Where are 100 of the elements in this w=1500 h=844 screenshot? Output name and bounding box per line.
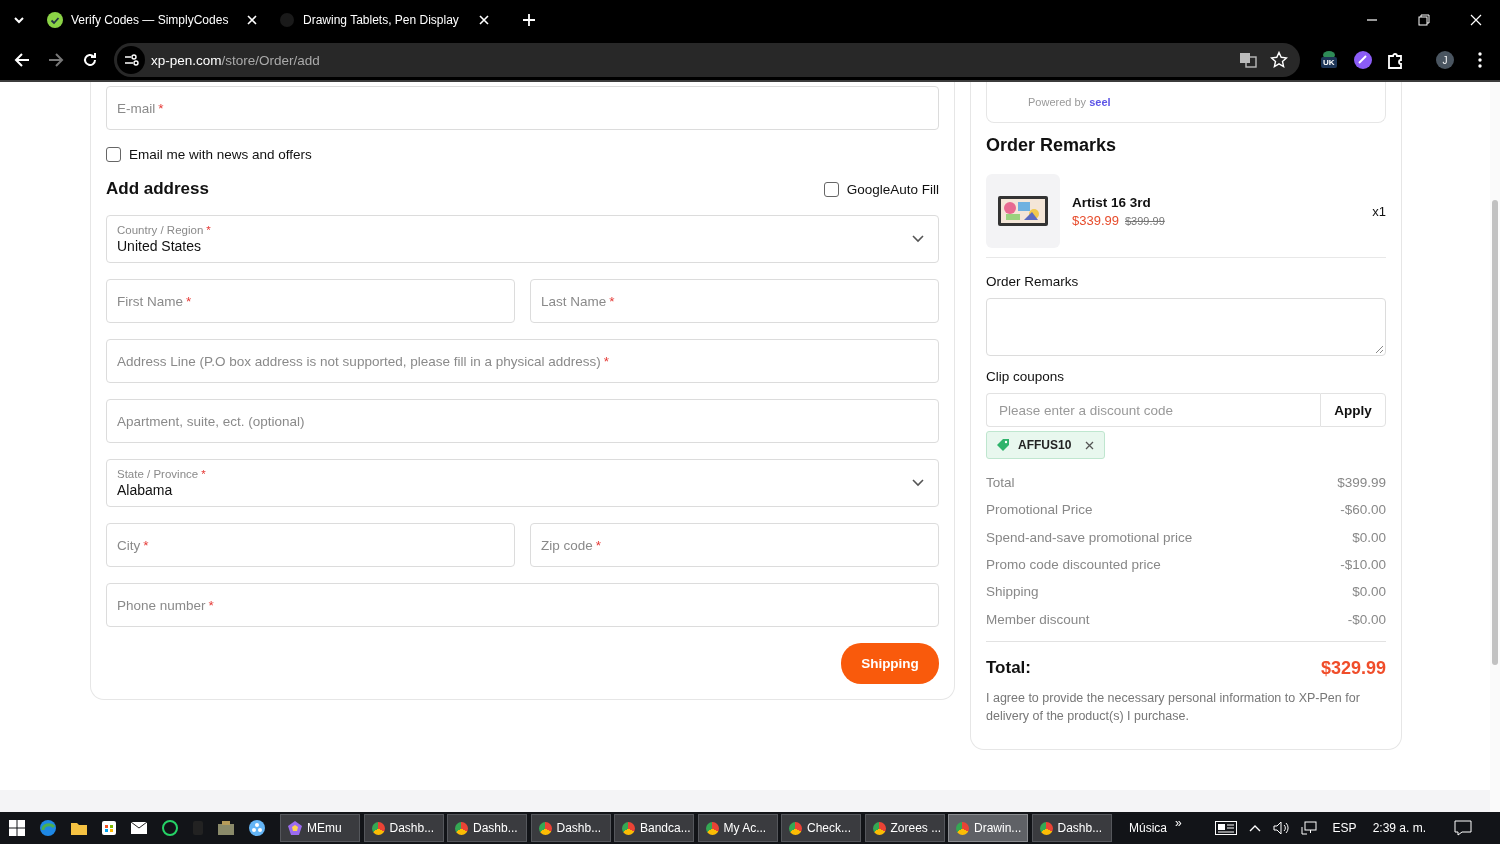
taskbar-button[interactable]: Bandca... [614, 814, 694, 842]
language-indicator[interactable]: ESP [1332, 821, 1357, 835]
toolbox-icon[interactable] [218, 821, 234, 835]
round-app-icon [789, 821, 802, 835]
round-app-icon [1039, 821, 1053, 835]
summary-label: Shipping [986, 584, 1039, 600]
round-app-icon [371, 821, 385, 835]
profile-avatar[interactable]: J [1436, 51, 1454, 69]
extension-button[interactable]: UK [1318, 49, 1340, 71]
input-field[interactable]: Apartment, suite, ect. (optional) [106, 399, 939, 443]
select-field[interactable]: Country / Region * United States [106, 215, 939, 263]
pentagon-icon [288, 821, 302, 835]
checkbox[interactable] [823, 181, 839, 197]
section-heading: Order Remarks [986, 135, 1118, 156]
network-icon[interactable] [1300, 821, 1317, 835]
site-settings-icon[interactable] [117, 46, 145, 74]
field-label: Clip coupons [986, 369, 1066, 384]
translate-icon[interactable] [1239, 51, 1257, 69]
browser-tab[interactable]: Drawing Tablets, Pen Display [277, 3, 493, 37]
mail-icon[interactable] [131, 822, 147, 834]
chevron-up-icon[interactable] [1248, 824, 1261, 832]
notification-icon[interactable] [1454, 820, 1472, 836]
summary-label: Promotional Price [986, 502, 1093, 518]
summary-label: Member discount [986, 611, 1090, 627]
checkbox-label[interactable]: GoogleAuto Fill [846, 181, 939, 197]
summary-value: -$0.00 [1347, 611, 1386, 627]
taskbar-button[interactable]: Dashb... [530, 814, 611, 842]
summary-value: $399.99 [1337, 475, 1386, 491]
total-value: $329.99 [1320, 657, 1386, 679]
chevron-down-icon [912, 479, 924, 487]
windows-logo-icon[interactable] [9, 820, 25, 836]
apply-button[interactable]: Apply [1320, 393, 1386, 427]
chevron-down-icon [912, 235, 924, 243]
round-app-icon [455, 821, 468, 835]
summary-value: -$10.00 [1340, 557, 1386, 573]
taskbar-button[interactable]: MEmu [280, 814, 360, 842]
field-label: Order Remarks [986, 274, 1080, 289]
checkmark-badge-icon [47, 12, 63, 28]
input-field[interactable]: Last Name * [530, 279, 939, 323]
coupon-field[interactable]: Please enter a discount code [986, 393, 1320, 427]
back-icon[interactable] [14, 52, 30, 68]
restore-icon[interactable] [1418, 14, 1430, 26]
toolbar-label[interactable]: Música [1129, 821, 1167, 835]
checkbox[interactable] [106, 147, 121, 162]
checkbox-label[interactable]: Email me with news and offers [129, 147, 312, 162]
taskbar-button[interactable]: Dashb... [363, 814, 444, 842]
reload-icon[interactable] [82, 52, 98, 68]
address-bar[interactable]: xp-pen.com/store/Order/add [114, 43, 1300, 77]
forward-icon[interactable] [48, 52, 64, 68]
round-app-icon [872, 821, 886, 835]
pen-extension-icon[interactable] [1354, 51, 1372, 69]
round-app-icon [705, 821, 719, 835]
plus-icon[interactable] [523, 14, 535, 26]
input-field[interactable]: Phone number * [106, 583, 939, 627]
summary-value: -$60.00 [1340, 502, 1386, 518]
original-price: $399.99 [1125, 214, 1165, 227]
network-circle-icon[interactable] [249, 820, 265, 836]
puzzle-icon[interactable] [1386, 51, 1404, 69]
speaker-icon[interactable] [1272, 821, 1289, 835]
taskbar-button[interactable]: Zorees ... [864, 814, 945, 842]
input-field[interactable]: City * [106, 523, 515, 567]
scrollbar-thumb[interactable] [1492, 200, 1498, 665]
sale-price: $339.99 [1072, 212, 1119, 228]
total-label: Total: [986, 658, 1031, 679]
resize-handle-icon [1376, 346, 1383, 353]
folder-icon[interactable] [71, 821, 87, 835]
taskbar-button[interactable]: My Ac... [697, 814, 778, 842]
summary-label: Total [986, 475, 1015, 491]
summary-value: $0.00 [1352, 529, 1386, 545]
select-field[interactable]: State / Province * Alabama [106, 459, 939, 507]
coupon-code: AFFUS10 [1018, 438, 1072, 452]
store-icon[interactable] [102, 821, 116, 835]
summary-value: $0.00 [1352, 584, 1386, 600]
clock-text[interactable]: 2:39 a. m. [1372, 821, 1426, 835]
powered-by-text: Powered by seel [1028, 96, 1111, 108]
round-app-icon [956, 821, 969, 835]
close-icon[interactable] [1085, 440, 1095, 450]
round-app-icon [538, 821, 552, 835]
input-field[interactable]: First Name * [106, 279, 515, 323]
summary-label: Spend-and-save promotional price [986, 529, 1193, 545]
more-icon[interactable] [1478, 52, 1482, 68]
taskbar-button[interactable]: Dashb... [1031, 814, 1112, 842]
summary-label: Promo code discounted price [986, 557, 1161, 573]
input-field[interactable]: Address Line (P.O box address is not supported, please fill in a physical address) * [106, 339, 939, 383]
agreement-text: I agree to provide the necessary personal information to XP-Pen for delivery of the product(s) I purchase. [986, 689, 1361, 725]
star-icon[interactable] [1270, 51, 1288, 69]
product-name: Artist 16 3rd [1072, 194, 1152, 210]
tag-icon [996, 438, 1010, 452]
round-app-icon [622, 821, 635, 835]
quantity-text: x1 [1372, 203, 1386, 219]
section-heading: Add address [106, 179, 209, 199]
browser-wave-icon[interactable] [40, 820, 56, 836]
input-field[interactable]: E-mail * [106, 86, 939, 130]
news-icon[interactable] [1214, 821, 1237, 835]
overflow-chevron[interactable]: » [1175, 816, 1182, 830]
taskbar-button[interactable]: Drawin... [948, 814, 1028, 842]
browser-tab[interactable]: Verify Codes — SimplyCodes [45, 3, 261, 37]
input-field[interactable]: Zip code * [530, 523, 939, 567]
taskbar-button[interactable]: Check... [781, 814, 861, 842]
taskbar-button[interactable]: Dashb... [447, 814, 527, 842]
